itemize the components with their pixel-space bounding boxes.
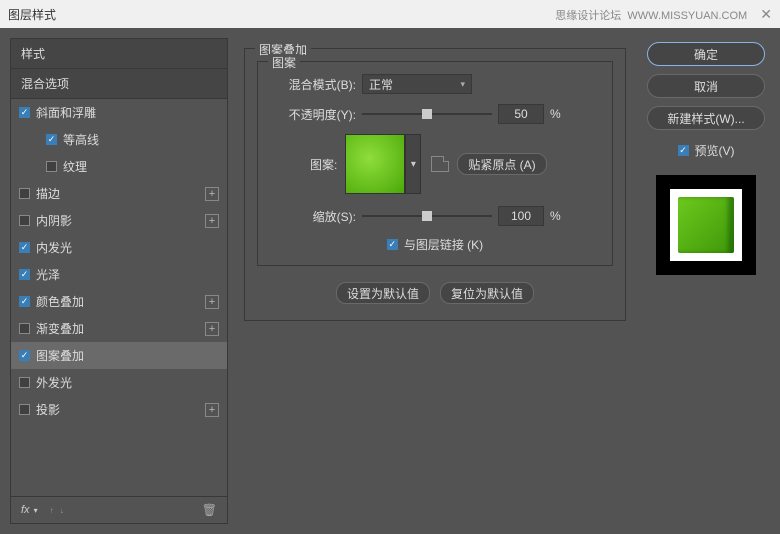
pattern-picker[interactable]: ▾ bbox=[345, 134, 421, 194]
link-with-layer-row: ✓ 与图层链接 (K) bbox=[270, 236, 600, 253]
style-checkbox[interactable] bbox=[19, 404, 30, 415]
snap-origin-button[interactable]: 贴紧原点 (A) bbox=[457, 153, 546, 175]
style-checkbox[interactable]: ✓ bbox=[19, 350, 30, 361]
style-item[interactable]: ✓ 内发光 bbox=[11, 234, 227, 261]
opacity-input[interactable] bbox=[498, 104, 544, 124]
style-item-label: 纹理 bbox=[63, 158, 87, 175]
preview-inner bbox=[670, 189, 742, 261]
opacity-label: 不透明度(Y): bbox=[270, 106, 356, 123]
link-label: 与图层链接 (K) bbox=[404, 236, 483, 253]
style-item[interactable]: ✓ 图案叠加 bbox=[11, 342, 227, 369]
style-checkbox[interactable] bbox=[19, 323, 30, 334]
style-checkbox[interactable]: ✓ bbox=[19, 296, 30, 307]
pattern-swatch bbox=[345, 134, 405, 194]
add-effect-button[interactable]: + bbox=[205, 187, 219, 201]
style-item-label: 渐变叠加 bbox=[36, 320, 84, 337]
style-item-label: 颜色叠加 bbox=[36, 293, 84, 310]
style-checkbox[interactable]: ✓ bbox=[19, 107, 30, 118]
link-checkbox[interactable]: ✓ bbox=[387, 239, 398, 250]
cancel-button[interactable]: 取消 bbox=[647, 74, 765, 98]
settings-panel: 图案叠加 图案 混合模式(B): 正常 ▾ 不透明度(Y): % bbox=[236, 38, 634, 524]
add-effect-button[interactable]: + bbox=[205, 214, 219, 228]
scale-input[interactable] bbox=[498, 206, 544, 226]
pattern-label: 图案: bbox=[310, 156, 337, 173]
style-checkbox[interactable]: ✓ bbox=[19, 269, 30, 280]
close-icon[interactable]: ✕ bbox=[760, 6, 772, 22]
reorder-arrows[interactable]: ↑ ↓ bbox=[50, 506, 66, 515]
trash-icon[interactable]: 🗑 bbox=[202, 503, 217, 517]
style-item-label: 描边 bbox=[36, 185, 60, 202]
style-item-label: 投影 bbox=[36, 401, 60, 418]
preview-toggle[interactable]: ✓ 预览(V) bbox=[678, 142, 735, 159]
preview-checkbox[interactable]: ✓ bbox=[678, 145, 689, 156]
style-item[interactable]: 内阴影 + bbox=[11, 207, 227, 234]
main-content: 样式 混合选项 ✓ 斜面和浮雕 ✓ 等高线纹理描边 + 内阴影 + ✓ 内发光 ✓ 光泽 ✓ 颜色叠加 +… bbox=[0, 28, 780, 534]
style-item-label: 光泽 bbox=[36, 266, 60, 283]
scale-row: 缩放(S): % bbox=[270, 206, 600, 226]
style-item[interactable]: ✓ 斜面和浮雕 bbox=[11, 99, 227, 126]
opacity-slider[interactable] bbox=[362, 113, 492, 115]
pattern-overlay-section: 图案叠加 图案 混合模式(B): 正常 ▾ 不透明度(Y): % bbox=[244, 48, 626, 321]
style-item-label: 斜面和浮雕 bbox=[36, 104, 96, 121]
style-checkbox[interactable] bbox=[19, 215, 30, 226]
opacity-row: 不透明度(Y): % bbox=[270, 104, 600, 124]
style-item[interactable]: 描边 + bbox=[11, 180, 227, 207]
ok-button[interactable]: 确定 bbox=[647, 42, 765, 66]
style-item[interactable]: ✓ 等高线 bbox=[11, 126, 227, 153]
style-item[interactable]: ✓ 颜色叠加 + bbox=[11, 288, 227, 315]
preview-box bbox=[656, 175, 756, 275]
style-item[interactable]: 外发光 bbox=[11, 369, 227, 396]
style-list: ✓ 斜面和浮雕 ✓ 等高线纹理描边 + 内阴影 + ✓ 内发光 ✓ 光泽 ✓ 颜色叠加 + 渐变叠加 + ✓ 图案… bbox=[11, 99, 227, 496]
style-checkbox[interactable] bbox=[19, 188, 30, 199]
watermark: 思缘设计论坛 WWW.MISSYUAN.COM ✕ bbox=[555, 6, 772, 23]
new-style-button[interactable]: 新建样式(W)... bbox=[647, 106, 765, 130]
percent-label: % bbox=[550, 209, 561, 223]
pattern-row: 图案: ▾ 贴紧原点 (A) bbox=[270, 134, 600, 194]
style-checkbox[interactable] bbox=[19, 377, 30, 388]
style-item[interactable]: ✓ 光泽 bbox=[11, 261, 227, 288]
style-item-label: 图案叠加 bbox=[36, 347, 84, 364]
titlebar: 图层样式 思缘设计论坛 WWW.MISSYUAN.COM ✕ bbox=[0, 0, 780, 28]
style-item-label: 外发光 bbox=[36, 374, 72, 391]
new-preset-icon[interactable] bbox=[431, 156, 449, 172]
chevron-down-icon: ▾ bbox=[405, 134, 421, 194]
blend-mode-dropdown[interactable]: 正常 ▾ bbox=[362, 74, 472, 94]
action-panel: 确定 取消 新建样式(W)... ✓ 预览(V) bbox=[642, 38, 770, 524]
add-effect-button[interactable]: + bbox=[205, 322, 219, 336]
blend-options-item[interactable]: 混合选项 bbox=[11, 69, 227, 99]
preview-label: 预览(V) bbox=[695, 142, 735, 159]
scale-slider[interactable] bbox=[362, 215, 492, 217]
styles-footer: fx▾ ↑ ↓ 🗑 bbox=[11, 496, 227, 523]
sub-title: 图案 bbox=[268, 54, 300, 71]
fx-menu-button[interactable]: fx▾ ↑ ↓ bbox=[21, 504, 66, 516]
reset-default-button[interactable]: 复位为默认值 bbox=[440, 282, 534, 304]
window-title: 图层样式 bbox=[8, 6, 56, 23]
add-effect-button[interactable]: + bbox=[205, 403, 219, 417]
style-checkbox[interactable]: ✓ bbox=[46, 134, 57, 145]
preview-swatch bbox=[678, 197, 734, 253]
add-effect-button[interactable]: + bbox=[205, 295, 219, 309]
blend-mode-label: 混合模式(B): bbox=[270, 76, 356, 93]
pattern-group: 图案 混合模式(B): 正常 ▾ 不透明度(Y): % bbox=[257, 61, 613, 266]
style-item-label: 内阴影 bbox=[36, 212, 72, 229]
style-checkbox[interactable]: ✓ bbox=[19, 242, 30, 253]
style-item-label: 等高线 bbox=[63, 131, 99, 148]
style-checkbox[interactable] bbox=[46, 161, 57, 172]
default-buttons-row: 设置为默认值 复位为默认值 bbox=[257, 282, 613, 304]
percent-label: % bbox=[550, 107, 561, 121]
style-item[interactable]: 投影 + bbox=[11, 396, 227, 423]
chevron-down-icon: ▾ bbox=[460, 79, 465, 90]
blend-mode-row: 混合模式(B): 正常 ▾ bbox=[270, 74, 600, 94]
make-default-button[interactable]: 设置为默认值 bbox=[336, 282, 430, 304]
styles-header: 样式 bbox=[11, 39, 227, 69]
styles-panel: 样式 混合选项 ✓ 斜面和浮雕 ✓ 等高线纹理描边 + 内阴影 + ✓ 内发光 ✓ 光泽 ✓ 颜色叠加 +… bbox=[10, 38, 228, 524]
style-item-label: 内发光 bbox=[36, 239, 72, 256]
scale-label: 缩放(S): bbox=[270, 208, 356, 225]
style-item[interactable]: 纹理 bbox=[11, 153, 227, 180]
style-item[interactable]: 渐变叠加 + bbox=[11, 315, 227, 342]
